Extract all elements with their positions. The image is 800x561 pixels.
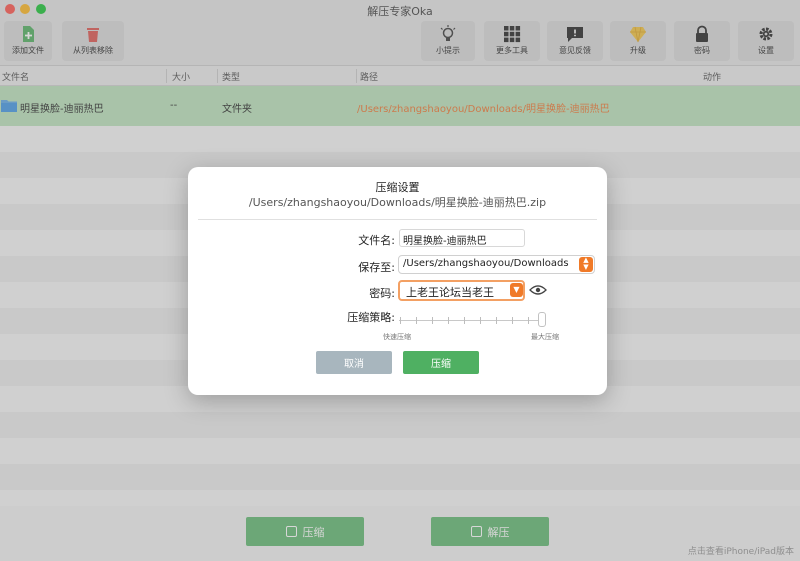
slider-tick [448, 317, 449, 324]
eye-icon[interactable] [529, 284, 547, 296]
slider-tick [400, 317, 401, 324]
dialog-divider [198, 219, 597, 220]
password-input[interactable]: 上老王论坛当老王 [398, 280, 525, 301]
password-label: 密码: [369, 287, 395, 300]
chevron-updown-icon[interactable]: ▲ ▼ [579, 257, 593, 272]
slider-tick [432, 317, 433, 324]
slider-tick [464, 317, 465, 324]
dialog-title: 压缩设置 [375, 181, 420, 194]
strategy-max-label: 最大压缩 [531, 333, 559, 341]
save-to-label: 保存至: [358, 261, 395, 274]
compress-settings-dialog: 压缩设置 /Users/zhangshaoyou/Downloads/明星换脸-… [188, 167, 607, 395]
filename-label: 文件名: [358, 234, 395, 247]
slider-tick [528, 317, 529, 324]
slider-tick [480, 317, 481, 324]
strategy-min-label: 快速压缩 [383, 333, 411, 341]
strategy-slider-track[interactable] [399, 320, 544, 321]
slider-tick [416, 317, 417, 324]
filename-input[interactable]: 明星换脸-迪丽热巴 [399, 229, 525, 247]
save-to-select[interactable]: /Users/zhangshaoyou/Downloads [398, 255, 595, 274]
confirm-compress-button[interactable]: 压缩 [403, 351, 479, 374]
slider-tick [512, 317, 513, 324]
slider-tick [496, 317, 497, 324]
dialog-subtitle: /Users/zhangshaoyou/Downloads/明星换脸-迪丽热巴.… [248, 196, 547, 209]
strategy-label: 压缩策略: [347, 311, 395, 324]
chevron-down-icon[interactable]: ▼ [510, 283, 523, 297]
cancel-button[interactable]: 取消 [316, 351, 392, 374]
strategy-slider-thumb[interactable] [538, 312, 546, 327]
